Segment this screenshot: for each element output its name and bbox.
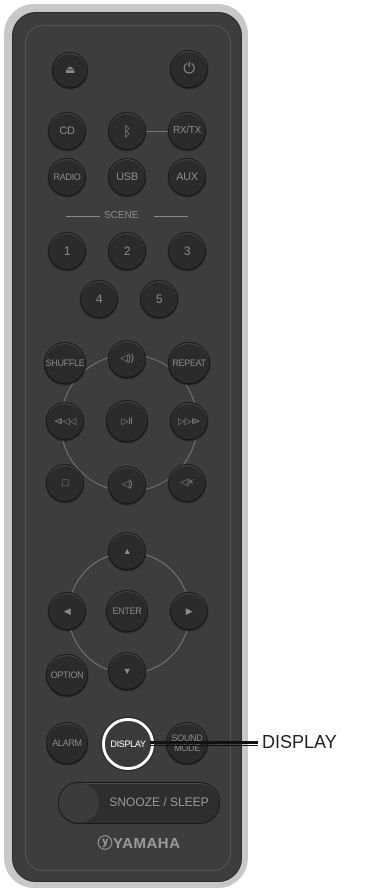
- callout-line: [150, 741, 258, 744]
- bluetooth-icon: ᛒ: [122, 123, 132, 139]
- snooze-sleep-button[interactable]: SNOOZE / SLEEP: [58, 782, 220, 824]
- down-button[interactable]: ▼: [108, 652, 146, 690]
- left-button[interactable]: ◀: [48, 592, 86, 630]
- power-button[interactable]: ⏻: [170, 50, 208, 88]
- left-icon: ◀: [63, 606, 71, 616]
- scene-line-right: [154, 216, 188, 217]
- next-button[interactable]: ▷▷⧐: [170, 402, 208, 440]
- snooze-knob: [59, 783, 99, 823]
- option-button[interactable]: OPTION: [46, 654, 88, 696]
- scene-line-left: [66, 216, 100, 217]
- display-button[interactable]: DISPLAY: [102, 718, 154, 770]
- previous-button[interactable]: ⧏◁◁: [46, 402, 84, 440]
- play-pause-button[interactable]: ▷II: [106, 400, 148, 442]
- mute-button[interactable]: ◁×: [168, 464, 206, 502]
- scene-label: SCENE: [104, 210, 139, 221]
- volume-down-icon: ◁): [121, 479, 133, 490]
- scene-3-button[interactable]: 3: [168, 232, 206, 270]
- play-pause-icon: ▷II: [121, 416, 133, 426]
- rx-tx-button[interactable]: RX/TX: [168, 112, 206, 150]
- remote-control: ⏏ ⏻ CD ᛒ RX/TX RADIO USB AUX SCENE 1 2 3…: [4, 4, 248, 888]
- scene-4-button[interactable]: 4: [80, 280, 118, 318]
- eject-button[interactable]: ⏏: [52, 52, 88, 88]
- volume-up-icon: ◁)): [120, 353, 134, 364]
- bluetooth-button[interactable]: ᛒ: [108, 112, 146, 150]
- right-button[interactable]: ▶: [170, 592, 208, 630]
- eject-icon: ⏏: [64, 64, 76, 76]
- volume-up-button[interactable]: ◁)): [108, 340, 146, 378]
- enter-button[interactable]: ENTER: [106, 590, 148, 632]
- scene-5-button[interactable]: 5: [140, 280, 178, 318]
- mute-icon: ◁×: [180, 477, 194, 488]
- usb-button[interactable]: USB: [108, 158, 146, 196]
- scene-2-button[interactable]: 2: [108, 232, 146, 270]
- stop-button[interactable]: □: [46, 464, 84, 502]
- stop-icon: □: [61, 477, 69, 489]
- previous-icon: ⧏◁◁: [54, 416, 76, 426]
- scene-1-button[interactable]: 1: [48, 232, 86, 270]
- right-icon: ▶: [185, 606, 193, 616]
- callout-line-lower: [150, 745, 258, 746]
- cd-button[interactable]: CD: [48, 112, 86, 150]
- next-icon: ▷▷⧐: [178, 416, 200, 426]
- radio-button[interactable]: RADIO: [48, 158, 86, 196]
- volume-down-button[interactable]: ◁): [108, 466, 146, 504]
- yamaha-logo: ⓨYAMAHA: [97, 835, 181, 852]
- power-icon: ⏻: [183, 60, 195, 77]
- up-icon: ▲: [122, 546, 132, 556]
- shuffle-button[interactable]: SHUFFLE: [44, 342, 86, 384]
- display-callout-label: DISPLAY: [262, 732, 337, 752]
- up-button[interactable]: ▲: [108, 532, 146, 570]
- snooze-sleep-label: SNOOZE / SLEEP: [109, 795, 209, 809]
- alarm-button[interactable]: ALARM: [46, 722, 88, 764]
- down-icon: ▼: [122, 666, 132, 676]
- aux-button[interactable]: AUX: [168, 158, 206, 196]
- repeat-button[interactable]: REPEAT: [168, 342, 210, 384]
